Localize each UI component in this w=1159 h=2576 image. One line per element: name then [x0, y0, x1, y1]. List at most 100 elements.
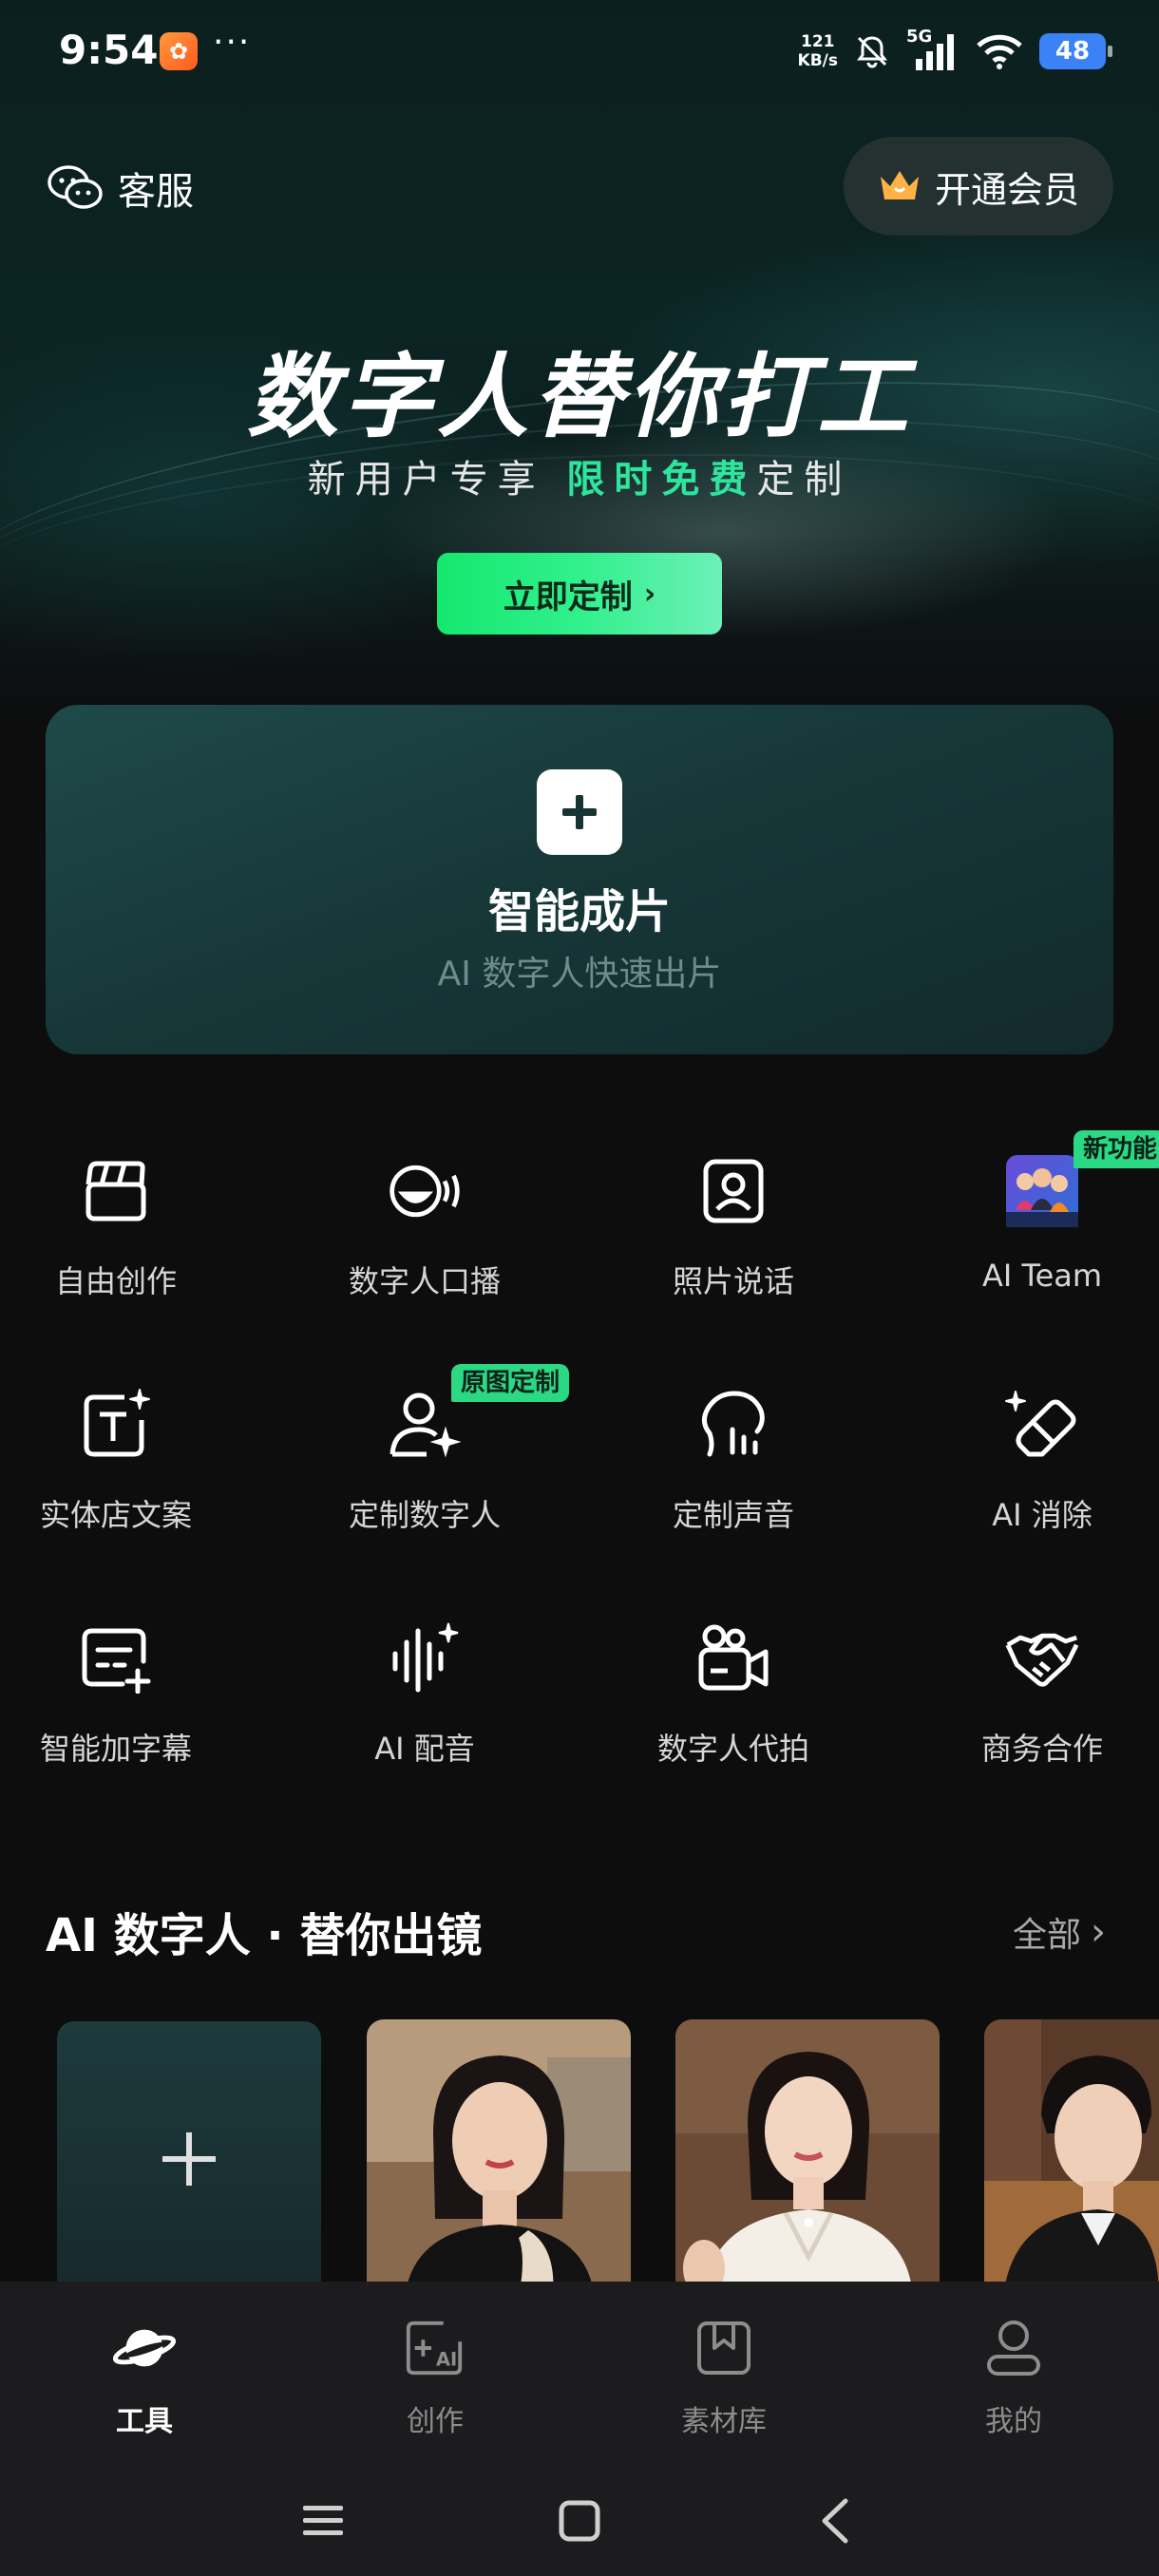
tool-custom-digital-human[interactable]: 原图定制 定制数字人 — [282, 1364, 570, 1558]
subtitle-add-icon — [78, 1620, 154, 1696]
back-chevron-icon — [822, 2498, 848, 2544]
nav-tab-create[interactable]: AI 创作 — [340, 2316, 530, 2449]
cellular-signal-icon: 5G — [906, 27, 960, 72]
tool-smart-subtitles[interactable]: 智能加字幕 — [0, 1620, 258, 1791]
tool-store-copywriting[interactable]: 实体店文案 — [0, 1387, 258, 1558]
tool-ai-eraser[interactable]: AI 消除 — [900, 1387, 1159, 1558]
tool-label: 商务合作 — [980, 1731, 1103, 1767]
tool-label: AI 配音 — [374, 1731, 475, 1767]
battery-indicator: 48 — [1039, 33, 1112, 69]
text-sparkle-icon — [78, 1387, 154, 1463]
hero-subtitle-suffix: 定制 — [756, 458, 852, 502]
digital-human-avatar-card[interactable] — [675, 2019, 940, 2297]
tool-label: 智能加字幕 — [39, 1731, 192, 1767]
hero-subtitle-prefix: 新用户专享 — [307, 458, 545, 502]
chevron-right-icon: › — [1091, 1910, 1106, 1954]
avatar-portrait-image — [367, 2019, 631, 2297]
plus-icon — [537, 769, 622, 855]
bookmark-library-icon — [692, 2316, 756, 2380]
digital-human-avatar-card[interactable] — [367, 2019, 631, 2297]
video-camera-icon — [695, 1620, 771, 1696]
tool-digital-human-talk[interactable]: 数字人口播 — [282, 1153, 567, 1324]
customize-now-label: 立即定制 — [503, 578, 633, 616]
menu-icon — [303, 2506, 343, 2535]
tool-ai-team[interactable]: 新功能 AI Team — [900, 1130, 1159, 1324]
photo-portrait-icon — [695, 1153, 771, 1229]
system-back-button[interactable] — [808, 2492, 864, 2549]
tool-custom-voice[interactable]: 定制声音 — [591, 1387, 876, 1558]
home-square-icon — [559, 2500, 600, 2542]
view-all-label: 全部 — [1012, 1916, 1081, 1955]
nav-tab-profile[interactable]: 我的 — [919, 2316, 1109, 2449]
tool-label: 定制数字人 — [348, 1497, 501, 1533]
customer-service-label: 客服 — [118, 170, 194, 214]
planet-icon — [112, 2316, 177, 2380]
network-speed-value: 121 — [801, 32, 835, 51]
tool-label: 定制声音 — [672, 1497, 794, 1533]
ai-create-icon: AI — [403, 2316, 467, 2380]
smart-video-subtitle: AI 数字人快速出片 — [437, 955, 722, 994]
nav-tab-label: 创作 — [407, 2405, 464, 2438]
add-digital-human-card[interactable] — [57, 2021, 321, 2297]
hero-subtitle: 新用户专享 限时免费定制 — [0, 448, 1159, 503]
talking-head-icon — [387, 1153, 463, 1229]
notification-app-icon: ✿ — [160, 32, 198, 70]
tool-label: 数字人代拍 — [656, 1731, 809, 1767]
tool-business-cooperation[interactable]: 商务合作 — [900, 1620, 1159, 1791]
waveform-sparkle-icon — [387, 1620, 463, 1696]
plus-icon — [162, 2132, 216, 2186]
view-all-link[interactable]: 全部 › — [1013, 1907, 1106, 1957]
digital-human-avatar-card[interactable] — [984, 2019, 1159, 2297]
customize-now-button[interactable]: 立即定制 › — [437, 553, 722, 635]
vip-label: 开通会员 — [934, 168, 1079, 211]
tool-ai-dubbing[interactable]: AI 配音 — [282, 1620, 567, 1791]
crown-icon — [880, 171, 919, 199]
tool-label: 自由创作 — [54, 1263, 177, 1299]
app-screen: 9:54 ✿ ··· 121 KB/s 5G 48 客服 开通会员 数字人替你打… — [0, 0, 1159, 2576]
tool-label: 照片说话 — [672, 1263, 794, 1299]
status-time: 9:54 — [59, 27, 159, 73]
customer-service-button[interactable]: 客服 — [46, 160, 194, 217]
network-speed-unit: KB/s — [797, 51, 838, 70]
clapperboard-icon — [78, 1153, 154, 1229]
vip-membership-button[interactable]: 开通会员 — [844, 137, 1113, 236]
hero-title: 数字人替你打工 — [247, 344, 912, 450]
tool-photo-talk[interactable]: 照片说话 — [591, 1153, 876, 1324]
smart-video-title: 智能成片 — [487, 885, 671, 938]
tool-label: AI 消除 — [992, 1497, 1092, 1533]
nav-tab-label: 素材库 — [681, 2405, 767, 2438]
status-indicators: 121 KB/s 5G 48 — [798, 25, 1112, 78]
nav-tab-library[interactable]: 素材库 — [629, 2316, 819, 2449]
system-home-button[interactable] — [551, 2492, 608, 2549]
new-feature-badge: 新功能 — [1074, 1130, 1159, 1168]
voice-head-icon — [695, 1387, 771, 1463]
avatar-portrait-image — [984, 2019, 1159, 2297]
avatar-portrait-image — [675, 2019, 940, 2297]
bottom-navigation: 工具 AI 创作 素材库 我的 — [0, 2282, 1159, 2576]
nav-tab-label: 工具 — [116, 2405, 173, 2438]
user-profile-icon — [981, 2316, 1046, 2380]
wechat-chat-icon — [48, 165, 103, 209]
handshake-icon — [1004, 1620, 1080, 1696]
nav-tab-tools[interactable]: 工具 — [49, 2316, 239, 2449]
status-more-icon: ··· — [213, 23, 252, 62]
tool-digital-human-shoot[interactable]: 数字人代拍 — [591, 1620, 876, 1791]
system-menu-button[interactable] — [294, 2492, 352, 2549]
chevron-right-icon: › — [643, 577, 656, 611]
tool-label: 数字人口播 — [348, 1263, 501, 1299]
wifi-icon — [977, 34, 1022, 69]
nav-tab-label: 我的 — [985, 2405, 1042, 2438]
svg-text:AI: AI — [436, 2348, 457, 2370]
original-image-custom-badge: 原图定制 — [451, 1364, 570, 1402]
team-avatar-icon — [1004, 1153, 1080, 1229]
tool-label: 实体店文案 — [39, 1497, 192, 1533]
eraser-sparkle-icon — [1004, 1387, 1080, 1463]
network-speed: 121 KB/s — [798, 32, 838, 70]
hero-subtitle-highlight: 限时免费 — [566, 458, 757, 502]
mute-bell-icon — [857, 36, 887, 68]
tool-free-create[interactable]: 自由创作 — [0, 1153, 258, 1324]
smart-video-card[interactable]: 智能成片 AI 数字人快速出片 — [46, 705, 1113, 1054]
section-title: AI 数字人 · 替你出镜 — [46, 1909, 483, 1962]
tool-label: AI Team — [981, 1258, 1103, 1294]
status-bar: 9:54 ✿ ··· 121 KB/s 5G 48 — [0, 0, 1159, 104]
